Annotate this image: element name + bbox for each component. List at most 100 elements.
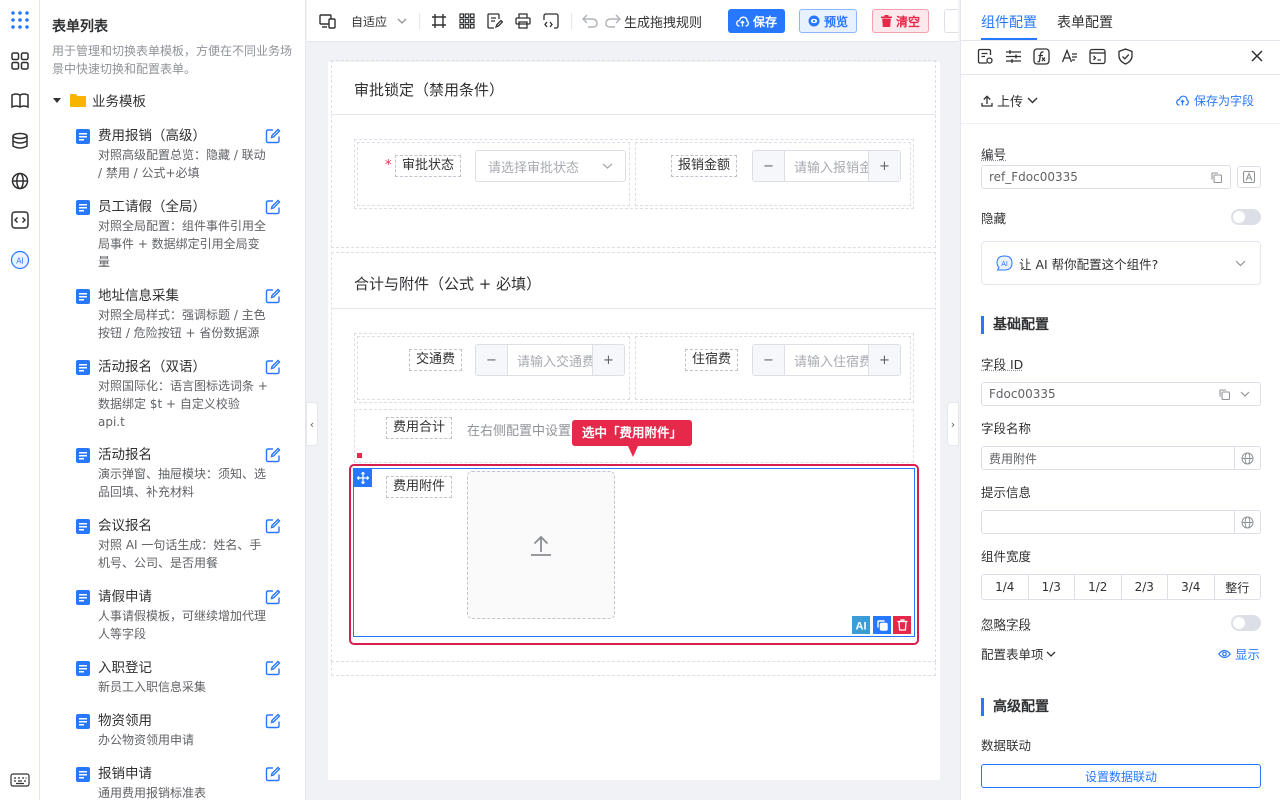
template-item-name: 会议报名 [98,518,152,534]
folder-business-templates[interactable]: 业务模板 [52,90,146,110]
width-option[interactable]: 3/4 [1167,575,1214,599]
edit-icon[interactable] [265,660,281,676]
increment-button[interactable]: + [592,345,624,375]
decrement-button[interactable]: − [753,151,785,181]
template-item-name: 物资领用 [98,713,152,729]
ai-config-button[interactable]: AI [852,616,870,634]
reimburse-amount-input[interactable]: − 请输入报销金额 + [752,150,901,182]
ai-icon[interactable]: AI [9,249,31,271]
clear-button[interactable]: 清空 [872,9,930,33]
redo-icon[interactable] [605,11,621,31]
chevron-down-icon [397,18,407,24]
upload-dropzone[interactable] [467,471,615,619]
transport-fee-placeholder: 请输入交通费 [517,354,592,370]
globe-icon[interactable] [9,170,31,192]
required-mark: * [385,158,392,173]
edit-document-icon[interactable] [487,11,503,31]
caret-down-icon[interactable] [52,95,62,105]
shield-icon[interactable] [1117,48,1134,65]
component-type-select[interactable]: 上传 [981,91,1038,110]
undo-icon[interactable] [582,11,598,31]
text-format-button[interactable] [1237,166,1261,188]
layout-mode-select[interactable]: 自适应 [351,11,407,31]
edit-icon[interactable] [265,518,281,534]
components-icon[interactable] [9,50,31,72]
edit-icon[interactable] [265,288,281,304]
width-option[interactable]: 1/2 [1074,575,1121,599]
edit-icon[interactable] [265,199,281,215]
grid-icon[interactable] [459,11,475,31]
edit-icon[interactable] [265,713,281,729]
config-icon-bar [977,48,1134,65]
transport-fee-input[interactable]: − 请输入交通费 + [475,344,625,376]
edit-icon[interactable] [265,589,281,605]
tab-component-config[interactable]: 组件配置 [981,12,1037,32]
decrement-button[interactable]: − [753,345,785,375]
increment-button[interactable]: + [868,151,900,181]
id-input[interactable]: ref_Fdoc00335 [981,165,1231,189]
document-icon [76,129,90,144]
ai-assist-collapse[interactable]: AI 让 AI 帮你配置这个组件? [981,241,1261,285]
text-style-icon[interactable] [1061,48,1078,65]
upload-icon [531,535,551,556]
field-name-input[interactable]: 费用附件 [981,446,1261,470]
collapse-right-button[interactable]: › [947,402,959,446]
set-linkage-button[interactable]: 设置数据联动 [981,764,1261,788]
ignore-field-toggle[interactable] [1231,615,1261,631]
hint-input[interactable] [981,510,1261,534]
overflow-button[interactable] [944,9,958,33]
copy-icon[interactable] [1219,388,1230,400]
book-icon[interactable] [9,90,31,112]
apps-grid-icon[interactable] [9,9,31,31]
icon-rail: AI [0,0,40,800]
decrement-button[interactable]: − [476,345,508,375]
copy-component-button[interactable] [873,616,891,634]
width-option[interactable]: 1/3 [1027,575,1075,599]
show-items-link[interactable]: 显示 [1218,644,1260,663]
template-item-name: 员工请假（全局） [98,199,206,215]
sliders-icon[interactable] [1005,48,1022,65]
chevron-down-icon[interactable] [1240,391,1250,397]
drag-move-handle[interactable] [354,469,372,487]
generate-rules-button[interactable]: 生成拖拽规则 [624,11,702,31]
tab-form-config[interactable]: 表单配置 [1057,12,1113,32]
field-id-input[interactable]: Fdoc00335 [981,382,1261,406]
save-as-field-link[interactable]: 保存为字段 [1176,92,1254,109]
hidden-toggle[interactable] [1231,209,1261,225]
code-json-icon[interactable] [543,11,559,31]
edit-icon[interactable] [265,359,281,375]
frame-icon[interactable] [431,11,447,31]
event-icon[interactable] [1089,48,1106,65]
lodging-fee-input[interactable]: − 请输入住宿费 + [752,344,901,376]
collapse-left-button[interactable]: ‹ [306,402,318,446]
preview-button[interactable]: 预览 [799,9,858,33]
width-option[interactable]: 2/3 [1120,575,1168,599]
sidebar-description: 用于管理和切换表单模板，方便在不同业务场景中快速切换和配置表单。 [52,44,293,76]
width-option[interactable]: 整行 [1213,575,1261,599]
keyboard-icon[interactable] [9,769,31,791]
delete-component-button[interactable] [893,616,911,634]
code-icon[interactable] [9,209,31,231]
close-icon[interactable] [1251,50,1263,62]
save-button[interactable]: 保存 [728,9,786,33]
copy-icon[interactable] [1211,171,1222,183]
translate-button[interactable] [1234,511,1260,533]
config-items-toggle[interactable]: 配置表单项 [981,644,1056,663]
total-fee-hint: 在右侧配置中设置公式 [467,424,575,439]
width-option[interactable]: 1/4 [982,575,1028,599]
edit-icon[interactable] [265,128,281,144]
database-icon[interactable] [9,130,31,152]
increment-button[interactable]: + [868,345,900,375]
canvas-bottom-dropzone[interactable] [331,662,936,676]
form-settings-icon[interactable] [977,48,994,65]
divider [961,123,1280,124]
folder-icon [70,94,86,107]
translate-button[interactable] [1234,447,1260,469]
edit-icon[interactable] [265,766,281,782]
approval-status-select[interactable]: 请选择审批状态 [475,150,626,182]
device-layout-icon[interactable] [319,11,336,31]
function-icon[interactable] [1033,48,1050,65]
document-icon [76,448,90,463]
edit-icon[interactable] [265,447,281,463]
print-icon[interactable] [515,11,531,31]
